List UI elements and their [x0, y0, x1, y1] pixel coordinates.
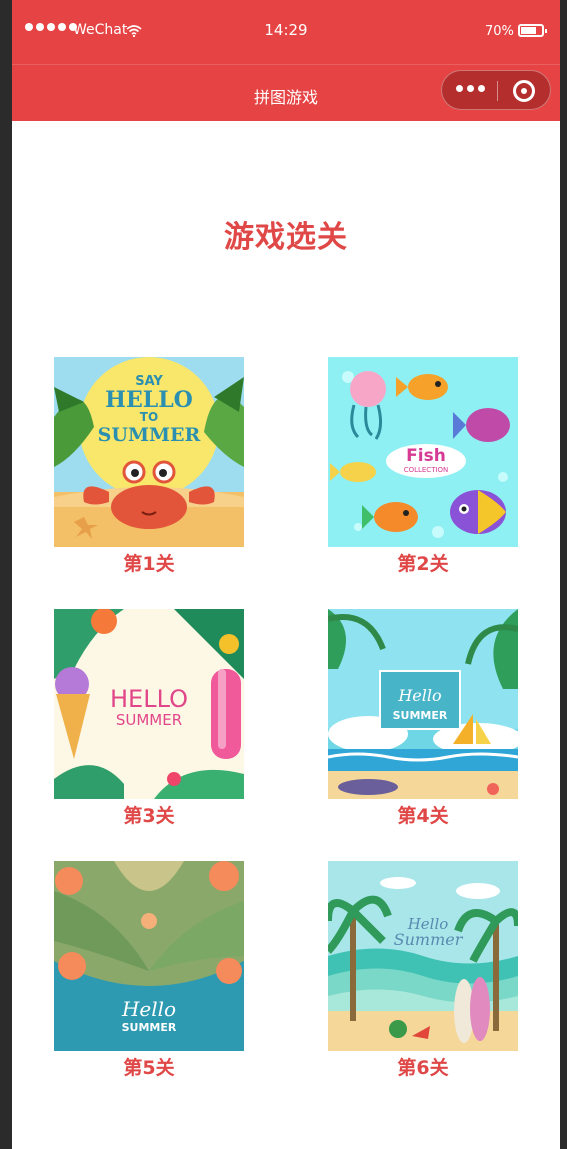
image-text-hello: HELLO [110, 685, 188, 713]
image-text-fish: Fish [406, 446, 446, 466]
battery-icon [518, 24, 547, 37]
status-time: 14:29 [264, 21, 308, 39]
image-text-summer: SUMMER [393, 709, 448, 722]
page-title: 游戏选关 [224, 220, 348, 255]
image-text-summer: Summer [394, 930, 464, 949]
capsule-divider [497, 81, 498, 101]
image-text-hello: Hello [121, 997, 176, 1021]
level-thumbnail-tropical[interactable]: Hello SUMMER [54, 861, 244, 1051]
level-label-1[interactable]: 第1关 [54, 549, 244, 576]
level-label-4[interactable]: 第4关 [328, 801, 518, 828]
image-text-hello: Hello [397, 686, 441, 705]
phone-screen: WeChat 14:29 70% 拼图游戏 游戏选关 SAY HELLO TO … [12, 0, 560, 1149]
more-menu-icon[interactable] [456, 85, 485, 92]
level-card-2[interactable]: Fish COLLECTION 第2关 [328, 357, 518, 577]
battery-percent: 70% [485, 24, 514, 39]
image-text-collection: COLLECTION [404, 466, 449, 474]
level-thumbnail-beach[interactable]: Hello SUMMER [328, 609, 518, 799]
level-label-6[interactable]: 第6关 [328, 1053, 518, 1080]
level-label-5[interactable]: 第5关 [54, 1053, 244, 1080]
level-thumbnail-icecream[interactable]: HELLO SUMMER [54, 609, 244, 799]
image-text-summer: SUMMER [122, 1021, 177, 1034]
level-thumbnail-crab[interactable]: SAY HELLO TO SUMMER [54, 357, 244, 547]
image-text-summer: SUMMER [98, 424, 201, 446]
level-card-1[interactable]: SAY HELLO TO SUMMER 第1关 [54, 357, 244, 577]
mini-program-capsule [441, 70, 551, 110]
close-mini-program-icon[interactable] [513, 80, 535, 102]
image-text-to: TO [140, 410, 158, 424]
image-text-summer: SUMMER [116, 711, 182, 729]
level-card-4[interactable]: Hello SUMMER 第4关 [328, 609, 518, 829]
navigation-bar: 拼图游戏 [12, 64, 560, 121]
level-card-6[interactable]: Hello Summer 第6关 [328, 861, 518, 1081]
level-card-3[interactable]: HELLO SUMMER 第3关 [54, 609, 244, 829]
level-label-2[interactable]: 第2关 [328, 549, 518, 576]
level-thumbnail-palm-beach[interactable]: Hello Summer [328, 861, 518, 1051]
status-bar: WeChat 14:29 70% [12, 0, 560, 64]
level-thumbnail-fish[interactable]: Fish COLLECTION [328, 357, 518, 547]
level-card-5[interactable]: Hello SUMMER 第5关 [54, 861, 244, 1081]
level-label-3[interactable]: 第3关 [54, 801, 244, 828]
